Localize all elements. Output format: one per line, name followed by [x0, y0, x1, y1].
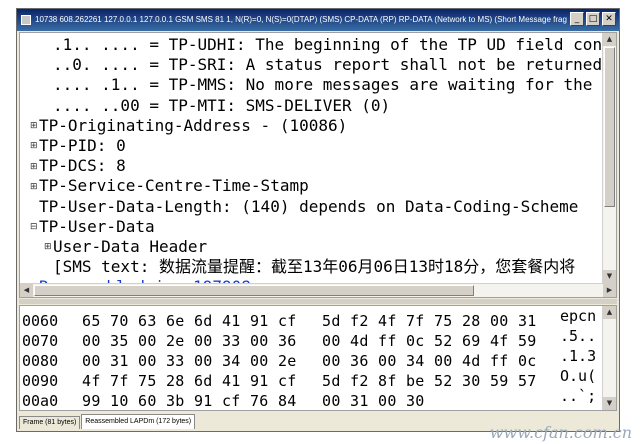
tree-line[interactable]: .1.. .... = TP-UDHI: The beginning of th…	[20, 35, 602, 55]
hex-row[interactable]: 00a0 99 10 60 3b 91 cf 76 84 00 31 00 30..…	[20, 386, 616, 406]
bytes-scroll-up-arrow-icon[interactable]: ▲	[603, 306, 616, 319]
tree-line-text: .... .1.. = TP-MMS: No more messages are…	[53, 75, 602, 95]
hex-offset: 00a0	[22, 392, 59, 406]
tree-line[interactable]: [SMS text: 数据流量提醒：截至13年06月06日13时18分，您套餐内…	[20, 257, 602, 277]
hex-bytes-first: 99 10 60 3b 91 cf 76 84	[82, 392, 297, 406]
packet-bytes-pane[interactable]: 0060 65 70 63 6e 6d 41 91 cf 5d f2 4f 7f 7…	[19, 305, 617, 411]
tree-line[interactable]: .... .1.. = TP-MMS: No more messages are…	[20, 75, 602, 95]
tree-line[interactable]: ⊞TP-Service-Centre-Time-Stamp	[20, 176, 602, 196]
hex-ascii: ..`;	[560, 387, 597, 405]
tree-line-text: TP-Originating-Address - (10086)	[39, 115, 348, 135]
hex-bytes-second: 5d f2 4f 7f 75 28 00 31	[322, 312, 537, 326]
window-title: 10738 608.262261 127.0.0.1 127.0.0.1 GSM…	[35, 15, 567, 24]
collapse-icon[interactable]: ⊟	[30, 217, 39, 237]
tree-line[interactable]: ⊞TP-Originating-Address - (10086)	[20, 116, 602, 136]
minimize-button[interactable]: _	[570, 12, 584, 26]
tree-line-text: TP-Service-Centre-Time-Stamp	[39, 176, 309, 196]
tree-line[interactable]: ..0. .... = TP-SRI: A status report shal…	[20, 55, 602, 75]
tree-line-text: .1.. .... = TP-UDHI: The beginning of th…	[53, 35, 602, 54]
tree-line[interactable]: TP-User-Data-Length: (140) depends on Da…	[20, 197, 602, 217]
detail-vertical-scrollbar[interactable]: ▲ ▼	[602, 33, 616, 283]
close-button[interactable]: ✕	[602, 12, 616, 26]
hex-bytes-first: 4f 7f 75 28 6d 41 91 cf	[82, 372, 297, 386]
tree-line-text: User-Data Header	[53, 236, 208, 256]
detail-horizontal-scrollbar[interactable]: ◀ ▶	[20, 283, 616, 297]
hex-offset: 0060	[22, 312, 59, 326]
hex-bytes-second: 00 31 00 30	[322, 392, 425, 406]
scroll-right-arrow-icon[interactable]: ▶	[603, 284, 616, 297]
watermark: www.cfan.com.cn	[489, 423, 632, 442]
expand-icon[interactable]: ⊞	[44, 237, 53, 257]
tree-line[interactable]: .... ..00 = TP-MTI: SMS-DELIVER (0)	[20, 96, 602, 116]
bytes-vertical-scrollbar[interactable]: ▲ ▼	[602, 306, 616, 410]
tree-line-text: TP-User-Data	[39, 216, 155, 236]
tree-line[interactable]: ⊞TP-PID: 0	[20, 136, 602, 156]
expand-icon[interactable]: ⊞	[30, 177, 39, 197]
hex-bytes-second: 5d f2 8f be 52 30 59 57	[322, 372, 537, 386]
tree-line[interactable]: ⊞TP-DCS: 8	[20, 156, 602, 176]
hex-ascii: O.u(	[560, 367, 597, 385]
hex-offset: 0070	[22, 332, 59, 346]
hex-ascii: .5..	[560, 327, 597, 345]
hex-bytes-first: 00 31 00 33 00 34 00 2e	[82, 352, 297, 366]
tree-line[interactable]: ⊟TP-User-Data	[20, 217, 602, 237]
hex-bytes-first: 00 35 00 2e 00 33 00 36	[82, 332, 297, 346]
scroll-down-arrow-icon[interactable]: ▼	[603, 270, 616, 283]
expand-icon[interactable]: ⊞	[30, 136, 39, 156]
tree-line-text: TP-PID: 0	[39, 135, 126, 155]
bytes-tab[interactable]: Reassembled LAPDm (172 bytes)	[81, 414, 196, 429]
hex-offset: 0090	[22, 372, 59, 386]
detail-horizontal-thumb[interactable]	[34, 285, 474, 296]
hex-ascii: .1.3	[560, 347, 597, 365]
hex-row[interactable]: 0060 65 70 63 6e 6d 41 91 cf 5d f2 4f 7f 7…	[20, 306, 616, 326]
hex-bytes-first: 65 70 63 6e 6d 41 91 cf	[82, 312, 297, 326]
bytes-tab[interactable]: Frame (81 bytes)	[19, 416, 81, 429]
window-controls: _ □ ✕	[570, 12, 616, 26]
detail-vertical-thumb[interactable]	[604, 47, 615, 207]
title-bar[interactable]: 10738 608.262261 127.0.0.1 127.0.0.1 GSM…	[17, 9, 619, 31]
tree-line-text: [SMS text: 数据流量提醒：截至13年06月06日13时18分，您套餐内…	[53, 257, 576, 277]
hex-bytes-second: 00 4d ff 0c 52 69 4f 59	[322, 332, 537, 346]
maximize-button[interactable]: □	[586, 12, 600, 26]
hex-offset: 0080	[22, 352, 59, 366]
scroll-left-arrow-icon[interactable]: ◀	[20, 284, 33, 297]
packet-detail-tree: .1.. .... = TP-UDHI: The beginning of th…	[20, 35, 602, 297]
tree-line-text: TP-DCS: 8	[39, 156, 126, 176]
hex-bytes-second: 00 36 00 34 00 4d ff 0c	[322, 352, 537, 366]
scroll-up-arrow-icon[interactable]: ▲	[603, 33, 616, 46]
hex-row[interactable]: 0070 00 35 00 2e 00 33 00 36 00 4d ff 0c 5…	[20, 326, 616, 346]
hex-ascii: epcn	[560, 307, 597, 325]
app-icon	[21, 15, 31, 25]
packet-detail-pane[interactable]: .1.. .... = TP-UDHI: The beginning of th…	[19, 32, 617, 298]
tree-line-text: .... ..00 = TP-MTI: SMS-DELIVER (0)	[53, 95, 391, 115]
packet-window: 10738 608.262261 127.0.0.1 127.0.0.1 GSM…	[16, 8, 620, 432]
tree-line-text: ..0. .... = TP-SRI: A status report shal…	[53, 55, 602, 75]
tree-line[interactable]: ⊞User-Data Header	[20, 237, 602, 257]
pane-splitter[interactable]	[19, 299, 617, 304]
hex-dump: 0060 65 70 63 6e 6d 41 91 cf 5d f2 4f 7f 7…	[20, 306, 616, 406]
expand-icon[interactable]: ⊞	[30, 116, 39, 136]
hex-row[interactable]: 0080 00 31 00 33 00 34 00 2e 00 36 00 34 0…	[20, 346, 616, 366]
hex-row[interactable]: 0090 4f 7f 75 28 6d 41 91 cf 5d f2 8f be 5…	[20, 366, 616, 386]
expand-icon[interactable]: ⊞	[30, 157, 39, 177]
tree-line-text: TP-User-Data-Length: (140) depends on Da…	[39, 196, 579, 216]
bytes-scroll-down-arrow-icon[interactable]: ▼	[603, 397, 616, 410]
